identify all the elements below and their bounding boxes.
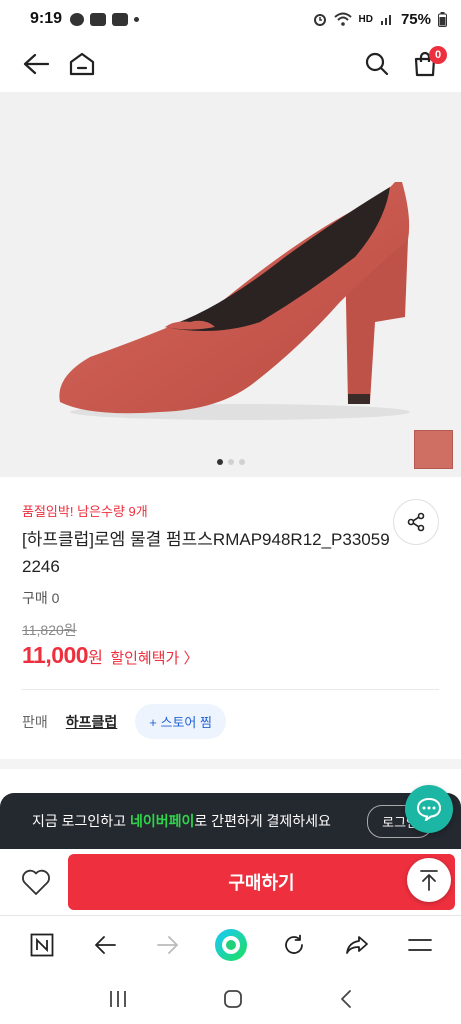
product-image [59, 182, 410, 420]
chat-bubble-icon [416, 797, 442, 821]
refresh-button[interactable] [274, 925, 314, 965]
browser-share-button[interactable] [337, 925, 377, 965]
original-price: 11,820원 [22, 622, 77, 638]
message-notification-icon [70, 12, 85, 26]
wifi-icon [333, 12, 352, 26]
sale-price-value: 11,000 [22, 642, 89, 668]
seller-row: 판매 하프클럽 + 스토어 찜 [22, 704, 439, 739]
arrow-right-icon [156, 935, 178, 954]
heart-icon [22, 869, 50, 895]
arrow-up-icon [420, 870, 438, 891]
purchase-bar: 구매하기 [0, 849, 461, 915]
gallery-dot[interactable] [238, 459, 245, 465]
browser-back-button[interactable] [85, 925, 125, 965]
product-image-gallery[interactable] [0, 92, 461, 477]
menu-icon [407, 938, 432, 951]
top-nav: 0 [0, 38, 461, 90]
seller-name-link[interactable]: 하프클럽 [66, 712, 118, 732]
network-label: HD [358, 13, 373, 25]
banner-text-suffix: 로 간편하게 결제하세요 [194, 813, 331, 829]
product-info: 품절임박! 남은수량 9개 [하프클럽]로엠 물결 펌프스RMAP948R12_… [0, 477, 461, 739]
app-notification-icon [112, 12, 129, 26]
share-icon [407, 512, 425, 532]
arrow-left-icon [94, 935, 116, 954]
section-separator [0, 759, 461, 769]
banner-text-prefix: 지금 로그인하고 [32, 813, 130, 829]
battery-percent: 75% [400, 10, 431, 28]
refresh-icon [284, 934, 303, 954]
home-circle-icon[interactable] [223, 989, 243, 1009]
search-icon [365, 52, 389, 76]
status-time: 9:19 [30, 10, 63, 27]
wishlist-button[interactable] [16, 862, 56, 902]
arrow-left-icon [23, 53, 49, 75]
banner-highlight: 네이버페이 [129, 813, 195, 829]
sale-price-unit: 원 [88, 650, 103, 667]
naver-n-icon [30, 933, 53, 956]
discount-benefit-link[interactable]: 할인혜택가 〉 [110, 647, 198, 668]
alarm-icon [313, 14, 326, 26]
share-arrow-icon [345, 935, 368, 954]
more-notifications-icon [134, 16, 140, 22]
back-button[interactable] [16, 44, 56, 84]
naver-home-button[interactable] [22, 925, 62, 965]
sale-price: 11,000원 [22, 642, 103, 669]
login-promo-banner: 지금 로그인하고 네이버페이 로 간편하게 결제하세요 로그인 [0, 793, 461, 849]
cart-count-badge: 0 [429, 46, 447, 64]
purchase-count: 구매 0 [22, 590, 60, 606]
gallery-dot[interactable] [216, 459, 223, 465]
signal-icon [380, 15, 391, 25]
cart-button[interactable]: 0 [405, 44, 447, 84]
notification-icons [70, 12, 140, 26]
follow-store-button[interactable]: + 스토어 찜 [135, 704, 226, 739]
search-button[interactable] [357, 44, 397, 84]
recent-apps-icon[interactable] [108, 990, 128, 1008]
browser-forward-button[interactable] [148, 925, 188, 965]
divider [22, 689, 439, 690]
system-back-icon[interactable] [339, 989, 353, 1009]
gallery-dot[interactable] [227, 459, 234, 465]
home-button[interactable] [62, 44, 102, 84]
sale-price-row: 11,000원 할인혜택가 〉 [22, 642, 439, 669]
status-bar: 9:19 HD 75% [0, 0, 461, 38]
buy-now-button[interactable]: 구매하기 [68, 854, 455, 910]
stock-urgency-label: 품절임박! 남은수량 9개 [22, 504, 148, 519]
voicemail-notification-icon [90, 12, 107, 26]
seller-label: 판매 [22, 713, 48, 730]
browser-toolbar [0, 915, 461, 973]
home-icon [69, 52, 95, 76]
green-dot-button[interactable] [211, 925, 251, 965]
chat-button[interactable] [405, 785, 453, 833]
scroll-to-top-button[interactable] [407, 858, 451, 902]
system-nav-bar [0, 973, 461, 1024]
green-dot-icon [214, 928, 247, 961]
color-swatch-thumbnail[interactable] [414, 430, 453, 469]
battery-icon [438, 11, 447, 27]
browser-menu-button[interactable] [400, 925, 440, 965]
product-title: [하프클럽]로엠 물결 펌프스RMAP948R12_P330592246 [22, 530, 390, 576]
share-button[interactable] [393, 499, 439, 545]
gallery-pagination [0, 459, 461, 465]
